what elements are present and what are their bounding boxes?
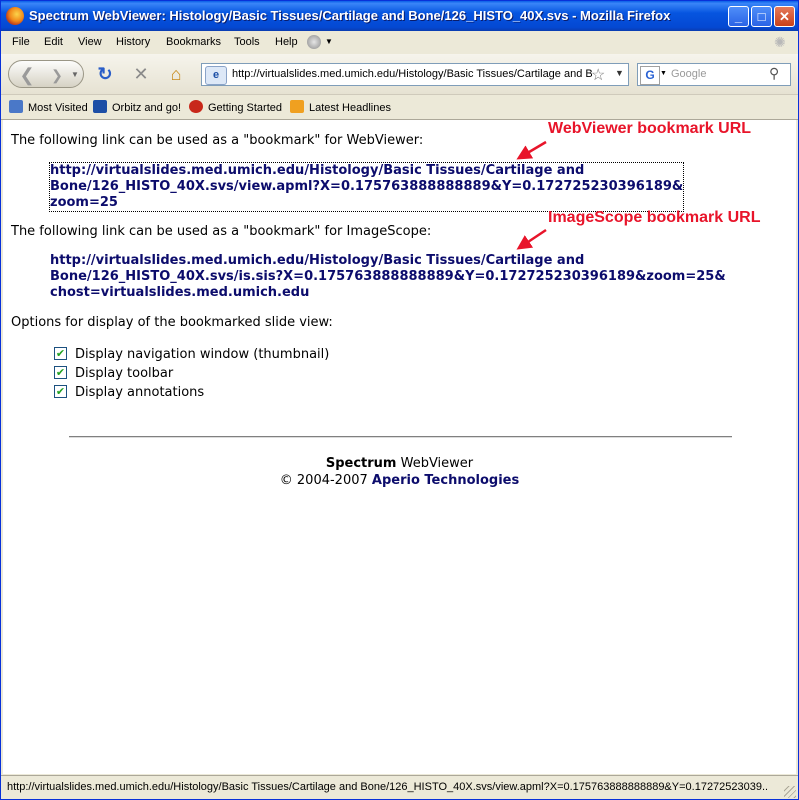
status-text: http://virtualslides.med.umich.edu/Histo… xyxy=(7,781,767,793)
search-engine-icon[interactable]: G xyxy=(640,66,660,85)
status-bar: http://virtualslides.med.umich.edu/Histo… xyxy=(1,775,798,799)
forward-icon[interactable]: ❯ xyxy=(47,61,67,89)
menu-file[interactable]: File xyxy=(12,36,30,48)
search-input[interactable]: Google xyxy=(671,68,706,80)
bookmark-latest-headlines[interactable]: Latest Headlines xyxy=(290,100,391,114)
search-icon[interactable]: ⚲ xyxy=(769,65,779,82)
home-icon[interactable]: ⌂ xyxy=(164,60,188,88)
orbitz-icon xyxy=(93,100,107,113)
url-input[interactable]: http://virtualslides.med.umich.edu/Histo… xyxy=(232,68,592,80)
search-bar[interactable]: G ▼ Google ⚲ xyxy=(637,63,791,86)
window-title: Spectrum WebViewer: Histology/Basic Tiss… xyxy=(29,8,671,23)
chevron-down-icon[interactable]: ▼ xyxy=(325,37,333,46)
site-identity-icon[interactable]: e xyxy=(205,66,227,85)
bookmark-most-visited[interactable]: Most Visited xyxy=(9,100,88,114)
firefox-icon xyxy=(6,7,24,25)
minimize-button[interactable]: _ xyxy=(728,6,749,27)
maximize-button[interactable]: □ xyxy=(751,6,772,27)
bookmarks-icon xyxy=(9,100,23,113)
menu-edit[interactable]: Edit xyxy=(44,36,63,48)
menu-history[interactable]: History xyxy=(116,36,150,48)
menu-tools[interactable]: Tools xyxy=(234,36,260,48)
url-bar[interactable]: e http://virtualslides.med.umich.edu/His… xyxy=(201,63,629,86)
back-icon[interactable]: ❮ xyxy=(12,61,42,89)
menu-help[interactable]: Help xyxy=(275,36,298,48)
webviewer-arrow-icon xyxy=(516,140,547,160)
annotation-arrows xyxy=(516,140,547,250)
imagescope-arrow-icon xyxy=(516,228,547,250)
reload-icon[interactable]: ↻ xyxy=(93,60,117,88)
rss-icon xyxy=(290,100,304,113)
firefox-icon xyxy=(189,100,203,113)
bookmark-star-icon[interactable]: ☆ xyxy=(591,65,605,85)
browser-window: Spectrum WebViewer: Histology/Basic Tiss… xyxy=(0,0,799,800)
bookmark-getting-started[interactable]: Getting Started xyxy=(189,100,282,114)
stop-icon[interactable]: ✕ xyxy=(129,60,153,88)
bookmarks-toolbar: Most Visited Orbitz and go! Getting Star… xyxy=(1,95,798,120)
history-dropdown-icon[interactable]: ▼ xyxy=(69,61,81,89)
menu-bookmarks[interactable]: Bookmarks xyxy=(166,36,221,48)
bookmark-orbitz[interactable]: Orbitz and go! xyxy=(93,100,181,114)
activity-spinner-icon: ✺ xyxy=(774,34,786,50)
page-content: The following link can be used as a "boo… xyxy=(3,120,796,774)
close-button[interactable]: ✕ xyxy=(774,6,795,27)
menu-bar: File Edit View History Bookmarks Tools H… xyxy=(1,31,798,53)
search-engine-dropdown-icon[interactable]: ▼ xyxy=(660,70,667,77)
menu-view[interactable]: View xyxy=(78,36,102,48)
back-forward-group: ❮ ❯ ▼ xyxy=(8,60,84,88)
resize-grip-icon[interactable] xyxy=(784,786,796,798)
url-dropdown-icon[interactable]: ▼ xyxy=(615,68,624,78)
title-bar[interactable]: Spectrum WebViewer: Histology/Basic Tiss… xyxy=(1,1,798,31)
throbber-icon xyxy=(307,35,321,49)
